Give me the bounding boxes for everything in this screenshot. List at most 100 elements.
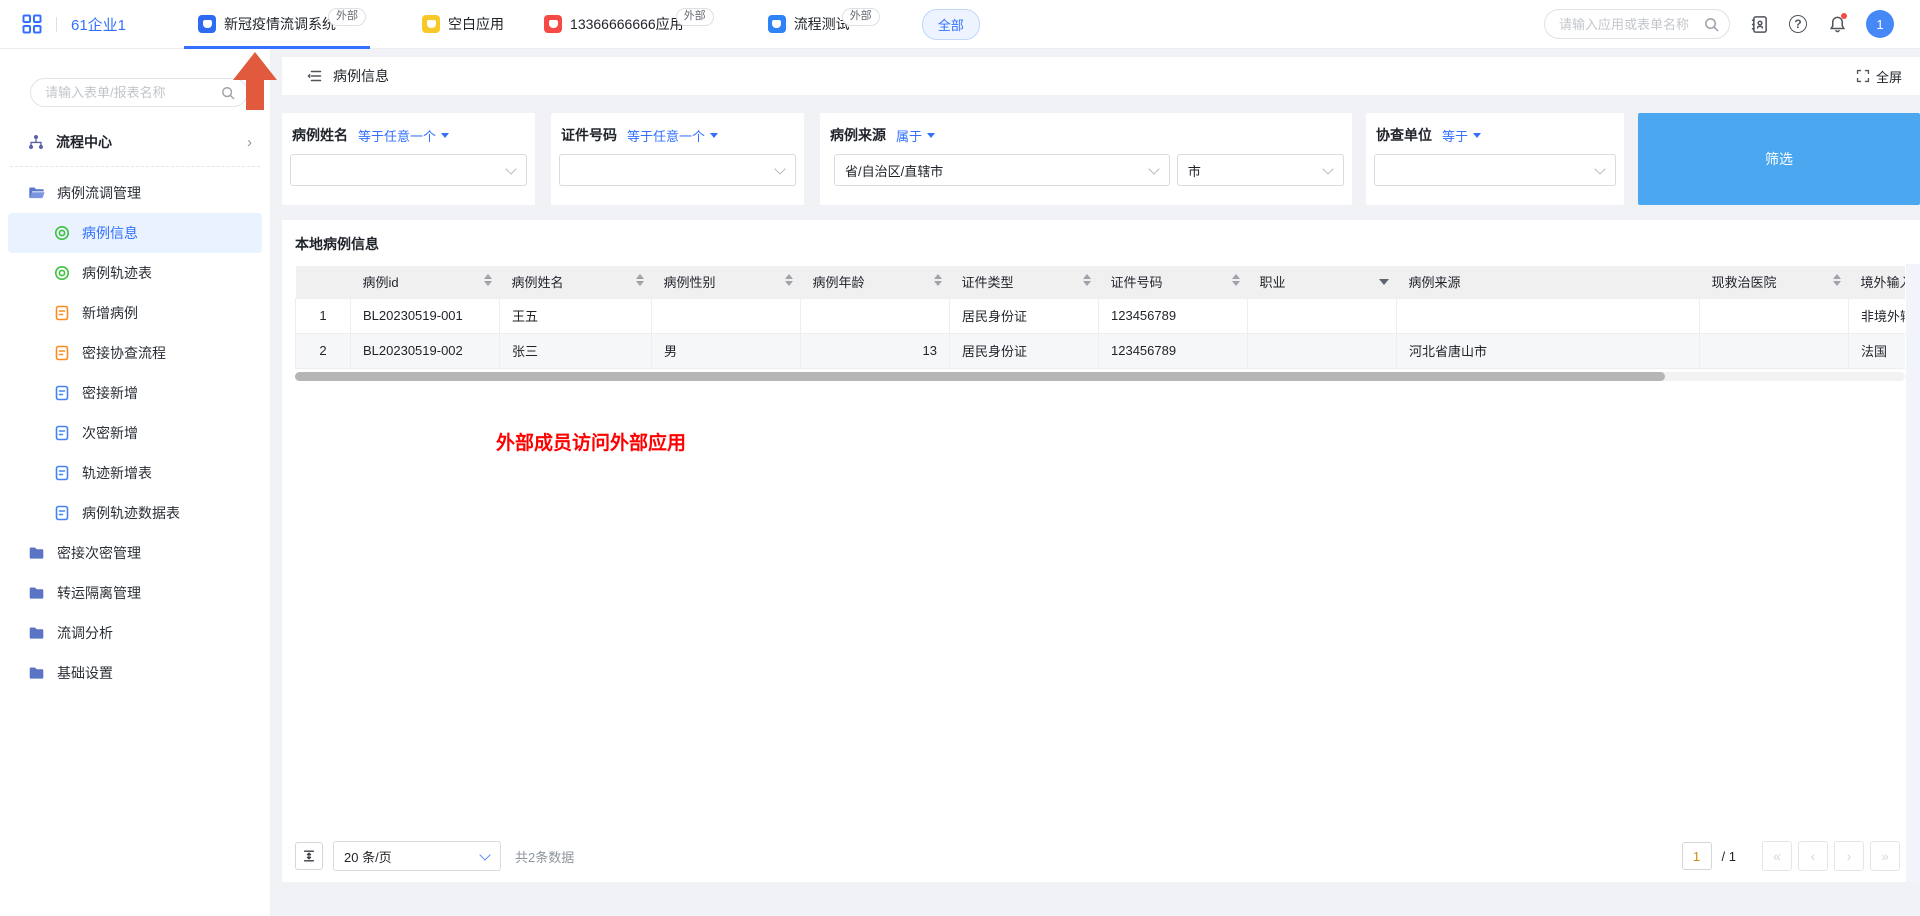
avatar[interactable]: 1: [1866, 10, 1894, 38]
filter-select[interactable]: [1374, 154, 1616, 186]
notification-dot: [1841, 13, 1847, 19]
column-header[interactable]: 证件类型: [950, 266, 1099, 298]
filter-submit-button[interactable]: 筛选: [1638, 113, 1920, 205]
table-row[interactable]: 1BL20230519-001王五居民身份证123456789非境外输入: [296, 298, 1906, 333]
sort-icon[interactable]: [1232, 274, 1240, 286]
scrollbar-thumb[interactable]: [295, 372, 1665, 381]
sidebar-item[interactable]: 病例信息: [8, 213, 262, 253]
filter-operator[interactable]: 等于任意一个: [627, 126, 718, 145]
divider: [56, 17, 57, 32]
sidebar-item-label: 次密新增: [82, 423, 138, 443]
help-icon[interactable]: ?: [1788, 14, 1808, 34]
filter-operator[interactable]: 属于: [896, 126, 935, 145]
filter-select[interactable]: 市: [1177, 154, 1344, 186]
column-header[interactable]: 病例性别: [652, 266, 801, 298]
table-body: 1BL20230519-001王五居民身份证123456789非境外输入2BL2…: [296, 298, 1906, 368]
sidebar-item[interactable]: 基础设置: [8, 653, 262, 693]
sidebar-item[interactable]: 病例轨迹表: [8, 253, 262, 293]
current-page-input[interactable]: 1: [1682, 842, 1712, 870]
external-badge: 外部: [842, 8, 880, 26]
sidebar-item-label: 病例轨迹表: [82, 263, 152, 283]
form-search-input[interactable]: [45, 85, 221, 100]
column-header[interactable]: 病例年龄: [801, 266, 950, 298]
form-search[interactable]: [30, 78, 248, 107]
sidebar-item[interactable]: 密接次密管理: [8, 533, 262, 573]
filter-select[interactable]: [290, 154, 527, 186]
sort-icon[interactable]: [636, 274, 644, 286]
bell-icon[interactable]: [1827, 14, 1847, 34]
sort-icon[interactable]: [1833, 274, 1841, 286]
sidebar-item[interactable]: 流调分析: [8, 613, 262, 653]
search-icon: [1704, 17, 1719, 32]
app-grid-icon[interactable]: [22, 14, 42, 34]
sidebar-item[interactable]: 轨迹新增表: [8, 453, 262, 493]
table-cell: 张三: [500, 333, 652, 368]
sort-icon[interactable]: [785, 274, 793, 286]
fullscreen-button[interactable]: 全屏: [1856, 67, 1902, 86]
filter-bar: 筛选 病例姓名等于任意一个证件号码等于任意一个病例来源属于省/自治区/直辖市市协…: [271, 113, 1920, 205]
folder-icon: [28, 585, 45, 602]
doc-blue-icon: [53, 385, 70, 402]
caret-down-icon: [441, 133, 449, 138]
company-name[interactable]: 61企业1: [71, 14, 126, 35]
flow-icon: [27, 133, 45, 151]
prev-page-button[interactable]: ‹: [1798, 841, 1828, 871]
main-content: 病例信息 全屏 筛选 病例姓名等于任意一个证件号码等于任意一个病例来源属于省/自…: [271, 49, 1920, 916]
sidebar-item[interactable]: 次密新增: [8, 413, 262, 453]
filter-card: 协查单位等于: [1366, 113, 1624, 205]
sidebar-item-process-center[interactable]: 流程中心 ›: [0, 122, 270, 162]
column-header[interactable]: 证件号码: [1099, 266, 1248, 298]
column-header[interactable]: 境外输入: [1849, 266, 1906, 298]
sidebar-item[interactable]: 转运隔离管理: [8, 573, 262, 613]
table-cell: 1: [296, 298, 351, 333]
filter-select[interactable]: [559, 154, 796, 186]
sidebar-item[interactable]: 新增病例: [8, 293, 262, 333]
app-tab[interactable]: 空白应用: [422, 0, 504, 49]
column-header[interactable]: 现救治医院: [1700, 266, 1849, 298]
pager: 1 / 1 « ‹ › »: [1682, 841, 1900, 871]
table-row[interactable]: 2BL20230519-002张三男13居民身份证123456789河北省唐山市…: [296, 333, 1906, 368]
case-table: 病例id病例姓名病例性别病例年龄证件类型证件号码职业病例来源现救治医院境外输入 …: [295, 266, 1905, 369]
chevron-down-icon: [479, 849, 490, 860]
topbar-right-cluster: ? 1: [1544, 9, 1894, 39]
filter-operator[interactable]: 等于: [1442, 126, 1481, 145]
menu-fold-icon[interactable]: [306, 68, 322, 84]
horizontal-scrollbar[interactable]: [295, 372, 1905, 381]
last-page-button[interactable]: »: [1870, 841, 1900, 871]
column-header[interactable]: 职业: [1248, 266, 1397, 298]
app-tab[interactable]: 13366666666应用外部: [544, 0, 684, 49]
page-size-select[interactable]: 20 条/页: [333, 841, 501, 871]
vertical-scrollbar[interactable]: [1906, 264, 1920, 882]
table-cell: [801, 298, 950, 333]
sidebar-item[interactable]: 密接新增: [8, 373, 262, 413]
contacts-icon[interactable]: [1749, 14, 1769, 34]
app-icon: [422, 15, 440, 33]
next-page-button[interactable]: ›: [1834, 841, 1864, 871]
table-cell: [1397, 298, 1700, 333]
filter-label: 病例姓名: [292, 125, 348, 145]
filter-select[interactable]: 省/自治区/直辖市: [834, 154, 1170, 186]
total-count-text: 共2条数据: [515, 847, 574, 866]
app-tab[interactable]: 流程测试外部: [768, 0, 850, 49]
sort-icon[interactable]: [1083, 274, 1091, 286]
row-height-button[interactable]: [295, 842, 323, 870]
sidebar-item-label: 流调分析: [57, 623, 113, 643]
first-page-button[interactable]: «: [1762, 841, 1792, 871]
column-filter-icon[interactable]: [1379, 279, 1389, 285]
folder-icon: [28, 625, 45, 642]
column-header[interactable]: 病例姓名: [500, 266, 652, 298]
page-title: 病例信息: [333, 66, 389, 86]
global-search[interactable]: [1544, 9, 1730, 39]
sidebar-item[interactable]: 病例流调管理: [8, 173, 262, 213]
target-icon: [53, 225, 70, 242]
sidebar-item[interactable]: 病例轨迹数据表: [8, 493, 262, 533]
app-tab[interactable]: 新冠疫情流调系统外部: [198, 0, 336, 49]
sort-icon[interactable]: [484, 274, 492, 286]
select-value: 省/自治区/直辖市: [845, 161, 943, 180]
sort-icon[interactable]: [934, 274, 942, 286]
all-apps-button[interactable]: 全部: [922, 9, 980, 40]
filter-operator[interactable]: 等于任意一个: [358, 126, 449, 145]
global-search-input[interactable]: [1559, 17, 1704, 32]
column-header[interactable]: 病例id: [351, 266, 500, 298]
sidebar-item[interactable]: 密接协查流程: [8, 333, 262, 373]
